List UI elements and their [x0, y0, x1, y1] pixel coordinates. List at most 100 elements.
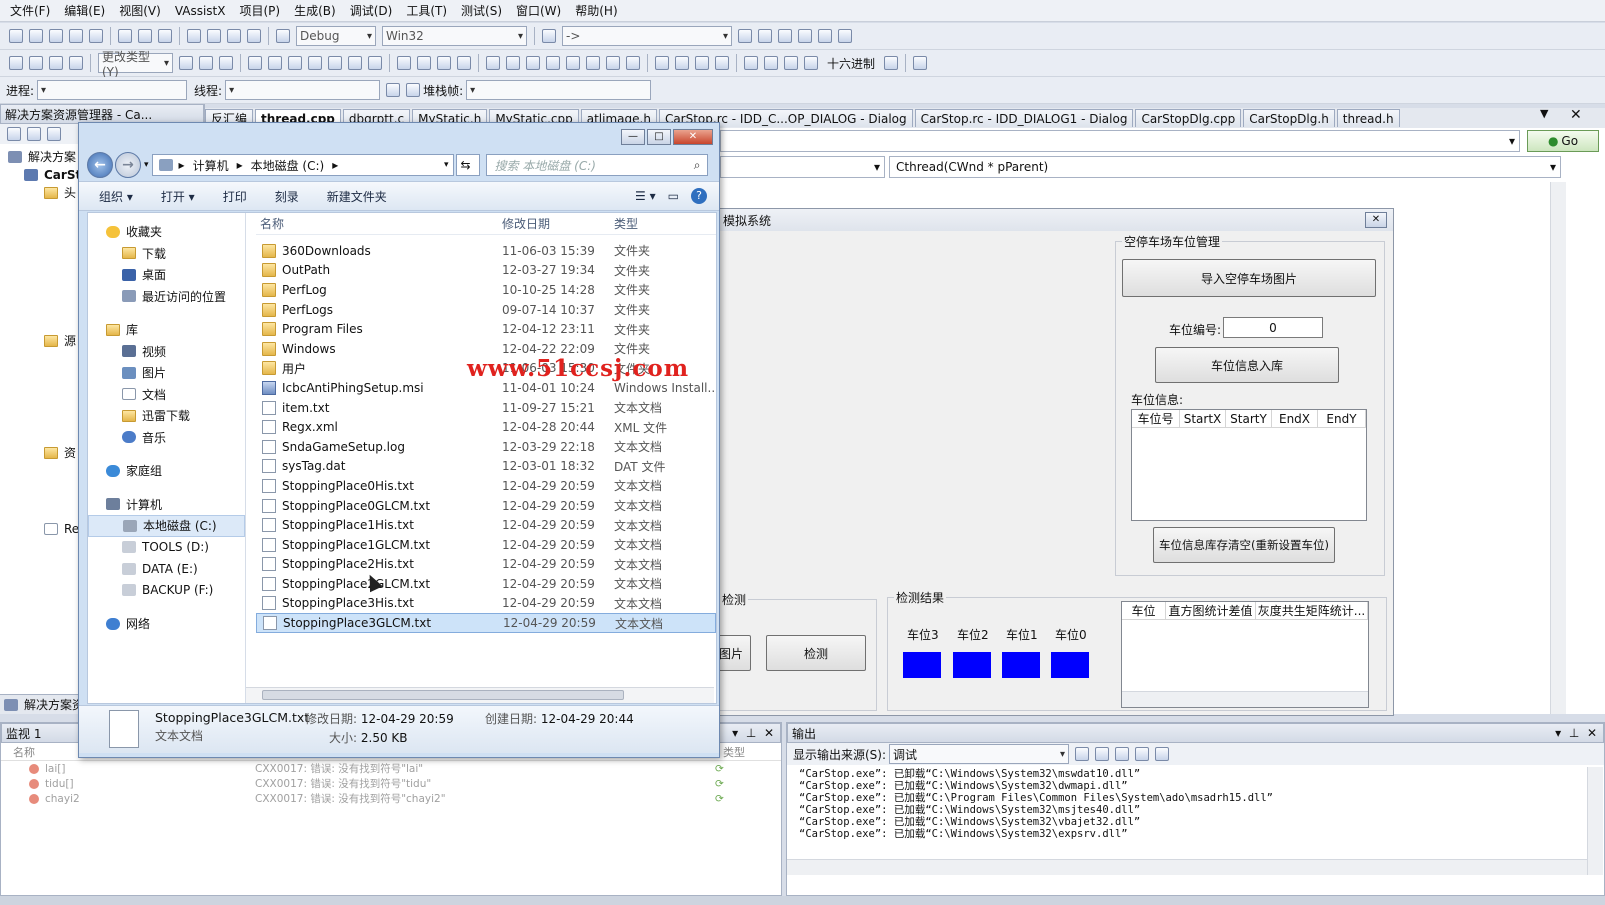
menu-item-9[interactable]: 窗口(W) [516, 2, 561, 19]
bookmark-prev-icon[interactable] [486, 56, 500, 70]
toolbox-icon[interactable] [798, 29, 812, 43]
change-type-combo[interactable]: 更改类型(Y) [98, 50, 173, 79]
nav-downloads[interactable]: 下载 [142, 245, 166, 262]
output-text[interactable]: “CarStop.exe”: 已卸载“C:\Windows\System32\m… [787, 765, 1604, 840]
maximize-icon[interactable]: □ [647, 129, 671, 145]
outdent-icon[interactable] [417, 56, 431, 70]
forward-icon[interactable] [247, 29, 261, 43]
nav-recent[interactable]: 最近访问的位置 [142, 288, 226, 305]
output-pin-icon[interactable]: ⊥ [1569, 726, 1579, 740]
watch-close-icon[interactable]: ✕ [764, 726, 774, 740]
nav-favorites[interactable]: 收藏夹 [126, 223, 162, 240]
slot-info-list[interactable]: 车位号 StartX StartY EndX EndY [1131, 409, 1367, 521]
file-row[interactable]: PerfLogs 09-07-14 10:37 文件夹 [256, 300, 716, 320]
thread-combo[interactable] [225, 80, 381, 100]
va-goto-icon[interactable] [368, 56, 382, 70]
watch-row[interactable]: lai[] CXX0017: 错误: 没有找到符号"lai" ⟳ [1, 761, 781, 776]
tree-headers[interactable]: 头 [64, 184, 76, 202]
info-col-3[interactable]: EndX [1272, 410, 1318, 427]
file-row[interactable]: PerfLog 10-10-25 14:28 文件夹 [256, 280, 716, 300]
window-layout-icon[interactable] [546, 56, 560, 70]
result-col-0[interactable]: 车位 [1122, 602, 1166, 619]
object-browser-icon[interactable] [778, 29, 792, 43]
command-0[interactable]: 组织 ▾ [99, 188, 133, 205]
find-message-icon[interactable] [1075, 747, 1090, 761]
file-row[interactable]: StoppingPlace0His.txt 12-04-29 20:59 文本文档 [256, 476, 716, 496]
editor-tab-7[interactable]: CarStop.rc - IDD_DIALOG1 - Dialog [914, 109, 1134, 127]
show-next-icon[interactable] [804, 56, 818, 70]
menu-item-4[interactable]: 项目(P) [239, 2, 280, 19]
step-out-icon[interactable] [784, 56, 798, 70]
nav-network[interactable]: 网络 [126, 615, 150, 632]
file-row[interactable]: item.txt 11-09-27 15:21 文本文档 [256, 398, 716, 418]
hscroll-thumb[interactable] [262, 690, 624, 700]
editor-tab-8[interactable]: CarStopDlg.cpp [1135, 109, 1242, 127]
va-abc-icon[interactable] [348, 56, 362, 70]
break-all-icon[interactable] [675, 56, 689, 70]
nav-videos[interactable]: 视频 [142, 343, 166, 360]
tab-list-icon[interactable]: ▼ [1540, 107, 1548, 120]
paste-icon[interactable] [158, 29, 172, 43]
address-dropdown-icon[interactable]: ▾ [444, 160, 449, 170]
command-2[interactable]: 打印 [223, 188, 247, 205]
result-hscrollbar[interactable] [1122, 691, 1368, 707]
file-row[interactable]: Regx.xml 12-04-28 20:44 XML 文件 [256, 417, 716, 437]
align-icon[interactable] [29, 56, 43, 70]
editor-tab-10[interactable]: thread.h [1336, 109, 1400, 127]
uncomment-icon[interactable] [219, 56, 233, 70]
continue-icon[interactable] [655, 56, 669, 70]
va-find-icon[interactable] [328, 56, 342, 70]
watch-row[interactable]: chayi2 CXX0017: 错误: 没有找到符号"chayi2" ⟳ [1, 791, 781, 806]
clear-all-icon[interactable] [1135, 747, 1150, 761]
nav-desktop[interactable]: 桌面 [142, 266, 166, 283]
find-in-files-icon[interactable] [542, 29, 556, 43]
open-icon[interactable] [49, 29, 63, 43]
hex-button[interactable]: 十六进制 [827, 55, 875, 72]
nav-drive-d[interactable]: TOOLS (D:) [142, 540, 209, 554]
refresh-icon[interactable]: ⇆ [455, 154, 480, 176]
start-page-icon[interactable] [818, 29, 832, 43]
format-icon[interactable] [437, 56, 451, 70]
recent-pages-icon[interactable]: ▾ [144, 160, 149, 170]
next-message-icon[interactable] [1115, 747, 1130, 761]
breadcrumb-computer[interactable]: 计算机 [193, 157, 229, 174]
stop-debug-icon[interactable] [695, 56, 709, 70]
output-menu-icon[interactable]: ▾ [1555, 726, 1561, 740]
copy-icon[interactable] [138, 29, 152, 43]
file-row[interactable]: OutPath 12-03-27 19:34 文件夹 [256, 261, 716, 281]
output-hscrollbar[interactable] [787, 859, 1587, 875]
menu-item-5[interactable]: 生成(B) [294, 2, 336, 19]
clear-slots-button[interactable]: 车位信息库存清空(重新设置车位) [1153, 527, 1335, 563]
grid-icon[interactable] [49, 56, 63, 70]
file-row[interactable]: SndaGameSetup.log 12-03-29 22:18 文本文档 [256, 437, 716, 457]
tree-sources[interactable]: 源 [64, 332, 76, 350]
hex-options-icon[interactable] [884, 56, 899, 70]
list-members-icon[interactable] [457, 56, 471, 70]
file-row[interactable]: StoppingPlace2His.txt 12-04-29 20:59 文本文档 [256, 555, 716, 575]
flag-icon[interactable] [406, 83, 421, 97]
undo-icon[interactable] [187, 29, 201, 43]
info-col-0[interactable]: 车位号 [1132, 410, 1180, 427]
split-icon[interactable] [606, 56, 620, 70]
menu-item-7[interactable]: 工具(T) [406, 2, 447, 19]
view-options-icon[interactable]: ☰ ▾ [635, 189, 656, 203]
command-4[interactable]: 新建文件夹 [327, 188, 387, 205]
step-into-icon[interactable] [744, 56, 758, 70]
output-vscrollbar[interactable] [1587, 767, 1603, 875]
va-refactor-icon[interactable] [288, 56, 302, 70]
cut-icon[interactable] [118, 29, 132, 43]
window-icon[interactable] [838, 29, 852, 43]
watch-pin-icon[interactable]: ⊥ [746, 726, 756, 740]
nav-drive-e[interactable]: DATA (E:) [142, 562, 198, 576]
platform-select[interactable]: Win32 [382, 26, 527, 46]
info-col-1[interactable]: StartX [1180, 410, 1226, 427]
close-tab-icon[interactable]: ✕ [1570, 107, 1582, 123]
nav-drive-f[interactable]: BACKUP (F:) [142, 583, 213, 597]
restart-icon[interactable] [715, 56, 729, 70]
redo-icon[interactable] [207, 29, 221, 43]
info-col-4[interactable]: EndY [1318, 410, 1366, 427]
file-row[interactable]: sysTag.dat 12-03-01 18:32 DAT 文件 [256, 457, 716, 477]
close-icon[interactable]: ✕ [673, 129, 713, 145]
function-combo[interactable]: Cthread(CWnd * pParent) ▾ [889, 156, 1561, 178]
tile-icon[interactable] [566, 56, 580, 70]
